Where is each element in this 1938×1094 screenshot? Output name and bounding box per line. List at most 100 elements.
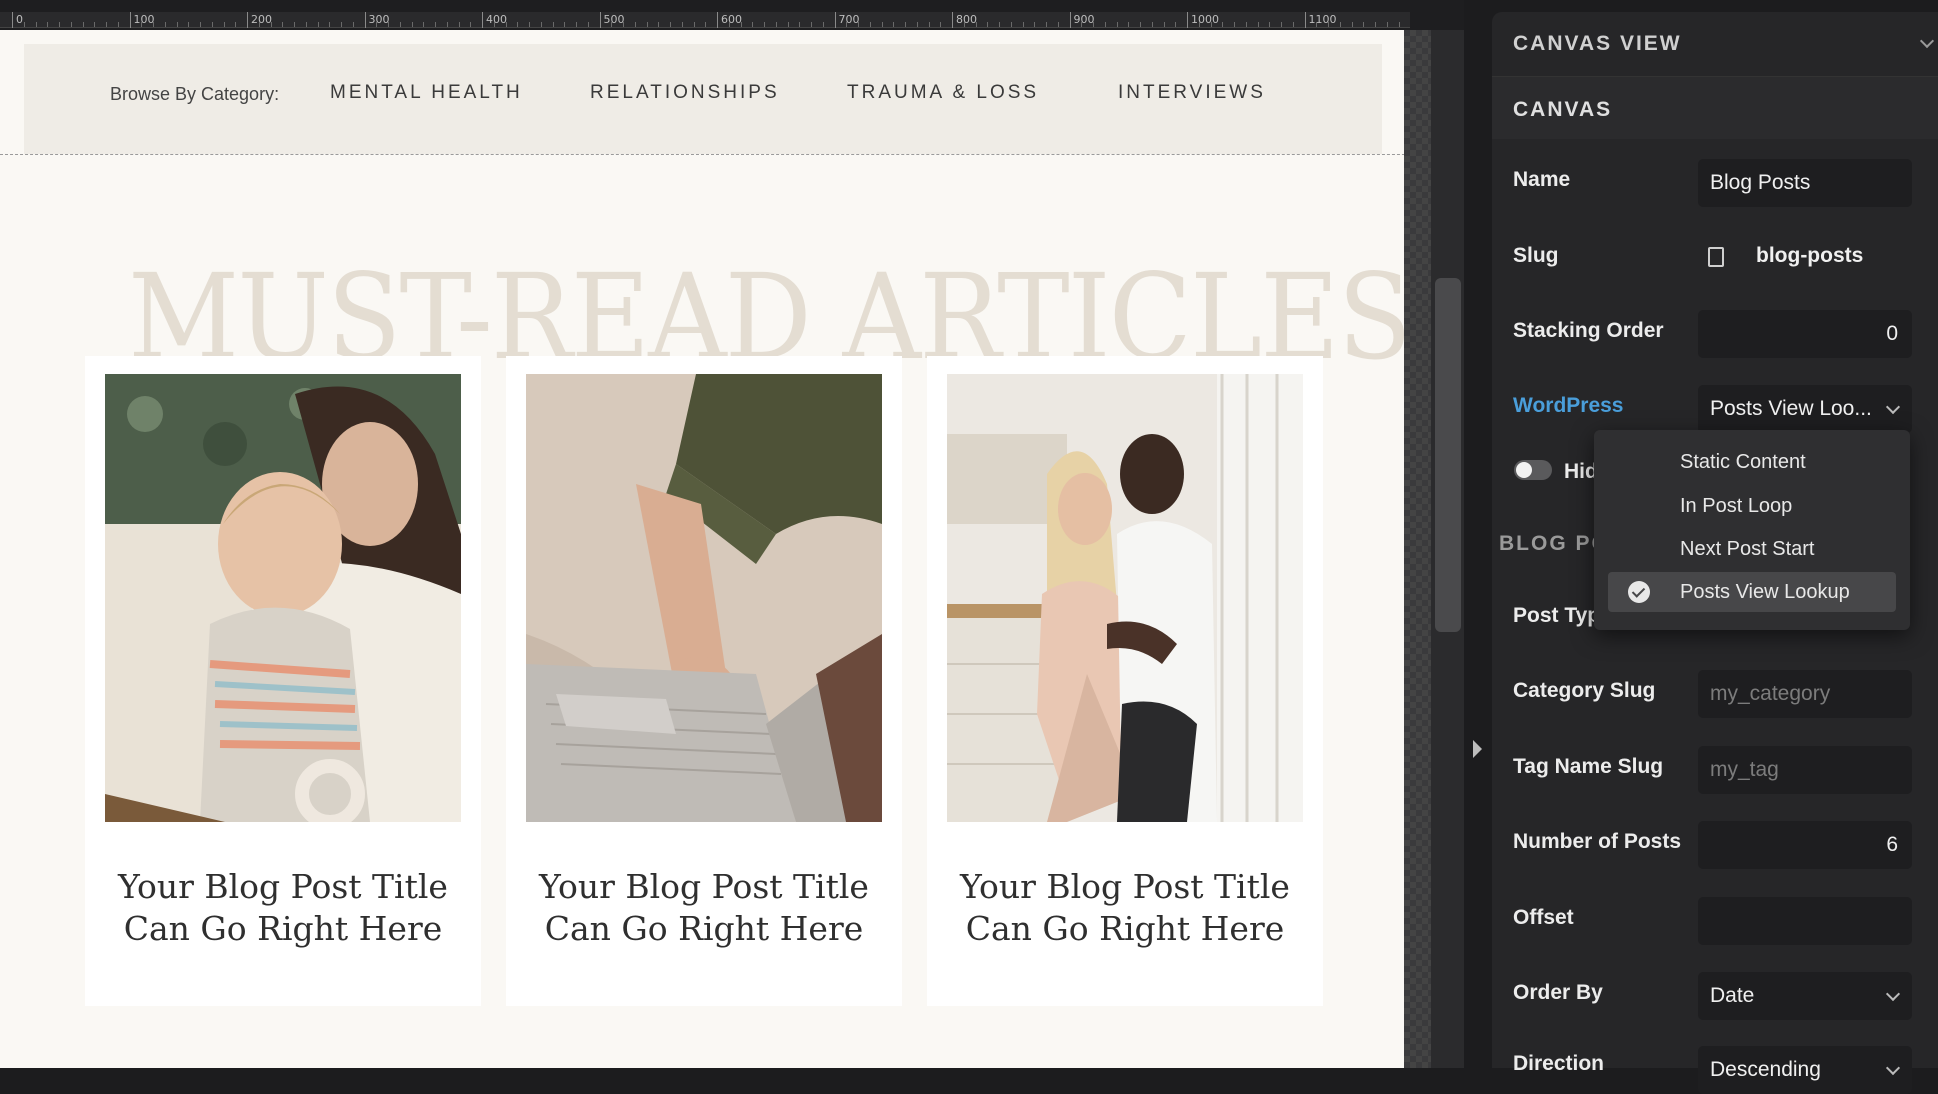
ruler-tick-label: 100 bbox=[133, 13, 155, 26]
wordpress-dropdown-menu: Static Content In Post Loop Next Post St… bbox=[1594, 430, 1910, 630]
direction-select[interactable]: Descending bbox=[1698, 1046, 1912, 1094]
dropdown-option-next-post-start[interactable]: Next Post Start bbox=[1608, 529, 1896, 569]
ruler-tick: 200 bbox=[247, 12, 272, 28]
ruler-minor-tick bbox=[258, 22, 260, 27]
ruler-minor-tick bbox=[881, 22, 883, 27]
ruler-minor-tick bbox=[893, 22, 895, 27]
ruler-minor-tick bbox=[1010, 22, 1012, 27]
ruler-minor-tick bbox=[388, 22, 389, 27]
ruler-minor-tick bbox=[1339, 22, 1341, 27]
ruler-minor-tick bbox=[587, 22, 589, 27]
dropdown-option-static-content[interactable]: Static Content bbox=[1608, 442, 1896, 482]
ruler-minor-tick bbox=[940, 22, 942, 27]
ruler-minor-tick bbox=[1386, 22, 1388, 27]
ruler-minor-tick bbox=[928, 22, 930, 27]
page-canvas[interactable]: Browse By Category: MENTAL HEALTH RELATI… bbox=[0, 30, 1404, 1068]
ruler-minor-tick bbox=[117, 22, 119, 27]
offset-field[interactable] bbox=[1698, 897, 1912, 945]
ruler-minor-tick bbox=[975, 22, 977, 27]
hide-toggle-knob[interactable] bbox=[1516, 462, 1532, 478]
ruler-minor-tick bbox=[305, 22, 307, 27]
ruler-minor-tick bbox=[1057, 22, 1059, 27]
ruler-minor-tick bbox=[799, 22, 801, 27]
ruler-minor-tick bbox=[446, 22, 448, 27]
ruler-minor-tick bbox=[47, 22, 49, 27]
ruler-minor-tick bbox=[858, 22, 859, 27]
ruler-minor-tick bbox=[1046, 22, 1047, 27]
ruler-minor-tick bbox=[82, 22, 84, 27]
ruler-tick-label: 800 bbox=[956, 13, 977, 26]
blog-card[interactable]: Your Blog Post Title Can Go Right Here bbox=[927, 356, 1323, 1006]
nav-link-trauma-loss[interactable]: TRAUMA & LOSS bbox=[847, 82, 1039, 104]
ruler-minor-tick bbox=[423, 22, 425, 27]
ruler-minor-tick bbox=[787, 22, 789, 27]
ruler-minor-tick bbox=[869, 22, 871, 27]
ruler-minor-tick bbox=[141, 22, 143, 27]
ruler-tick-label: 300 bbox=[368, 13, 390, 26]
ruler-minor-tick bbox=[1198, 22, 1200, 27]
ruler-minor-tick bbox=[1222, 22, 1224, 27]
tag-name-slug-label: Tag Name Slug bbox=[1513, 755, 1664, 778]
ruler-minor-tick bbox=[740, 22, 742, 27]
collapse-chevron-icon[interactable] bbox=[1919, 33, 1935, 49]
wordpress-select[interactable]: Posts View Loo... bbox=[1698, 385, 1912, 433]
ruler-tick-label: 0 bbox=[16, 13, 23, 26]
ruler-tick-label: 1100 bbox=[1308, 13, 1337, 26]
canvas-view-heading[interactable]: CANVAS VIEW bbox=[1513, 32, 1913, 56]
panel-expand-arrow-icon[interactable] bbox=[1473, 740, 1482, 758]
ruler-minor-tick bbox=[822, 22, 824, 27]
category-slug-label: Category Slug bbox=[1513, 679, 1656, 702]
canvas-scrollbar-thumb[interactable] bbox=[1435, 278, 1461, 632]
ruler-minor-tick bbox=[1269, 22, 1271, 27]
wordpress-label[interactable]: WordPress bbox=[1513, 394, 1624, 418]
ruler-tick-label: 900 bbox=[1073, 13, 1095, 26]
ruler-minor-tick bbox=[1116, 22, 1118, 27]
ruler-minor-tick bbox=[200, 22, 201, 27]
ruler-minor-tick bbox=[164, 22, 166, 27]
ruler-minor-tick bbox=[999, 22, 1000, 27]
blog-card-title-line2: Can Go Right Here bbox=[123, 909, 443, 948]
order-by-label: Order By bbox=[1513, 981, 1603, 1004]
ruler-minor-tick bbox=[270, 22, 272, 27]
nav-link-mental-health[interactable]: MENTAL HEALTH bbox=[330, 82, 523, 104]
ruler-tick: 600 bbox=[717, 12, 742, 28]
blog-card-image-couple bbox=[947, 374, 1303, 822]
slug-value[interactable]: blog-posts bbox=[1756, 244, 1863, 268]
ruler-minor-tick bbox=[458, 22, 460, 27]
name-field[interactable]: Blog Posts bbox=[1698, 159, 1912, 207]
dropdown-option-posts-view-lookup[interactable]: Posts View Lookup bbox=[1608, 572, 1896, 612]
blog-card-title-line2: Can Go Right Here bbox=[965, 909, 1285, 948]
ruler-minor-tick bbox=[1281, 22, 1282, 27]
ruler-minor-tick bbox=[1175, 22, 1177, 27]
ruler-minor-tick bbox=[1398, 22, 1400, 27]
ruler-tick: 700 bbox=[834, 12, 860, 28]
nav-link-interviews[interactable]: INTERVIEWS bbox=[1118, 82, 1266, 104]
ruler-minor-tick bbox=[658, 22, 660, 27]
ruler-minor-tick bbox=[811, 22, 812, 27]
chevron-down-icon bbox=[1885, 1060, 1901, 1076]
ruler-tick: 1100 bbox=[1304, 12, 1337, 28]
nav-link-relationships[interactable]: RELATIONSHIPS bbox=[590, 82, 780, 104]
ruler-minor-tick bbox=[211, 22, 213, 27]
ruler-minor-tick bbox=[329, 22, 331, 27]
ruler-tick: 400 bbox=[482, 12, 507, 28]
ruler-minor-tick bbox=[529, 22, 530, 27]
blog-card[interactable]: Your Blog Post Title Can Go Right Here bbox=[85, 356, 481, 1006]
ruler-minor-tick bbox=[1234, 22, 1235, 27]
ruler-minor-tick bbox=[282, 22, 284, 27]
stacking-order-field[interactable]: 0 bbox=[1698, 310, 1912, 358]
number-of-posts-field[interactable]: 6 bbox=[1698, 821, 1912, 869]
tag-name-slug-field[interactable]: my_tag bbox=[1698, 746, 1912, 794]
category-slug-field[interactable]: my_category bbox=[1698, 670, 1912, 718]
copy-icon[interactable] bbox=[1708, 247, 1724, 267]
dropdown-option-in-post-loop[interactable]: In Post Loop bbox=[1608, 486, 1896, 526]
order-by-select[interactable]: Date bbox=[1698, 972, 1912, 1020]
ruler-minor-tick bbox=[905, 22, 906, 27]
ruler-minor-tick bbox=[188, 22, 190, 27]
ruler-tick-label: 700 bbox=[838, 13, 860, 26]
ruler-minor-tick bbox=[1316, 22, 1318, 27]
canvas-workspace[interactable]: 0 100 200 300 400 500 600 700 800 900 1000 1100 Bro… bbox=[0, 0, 1482, 1068]
blog-card-title-line1: Your Blog Post Title bbox=[118, 867, 448, 906]
blog-card[interactable]: Your Blog Post Title Can Go Right Here bbox=[506, 356, 902, 1006]
ruler-minor-tick bbox=[611, 22, 613, 27]
